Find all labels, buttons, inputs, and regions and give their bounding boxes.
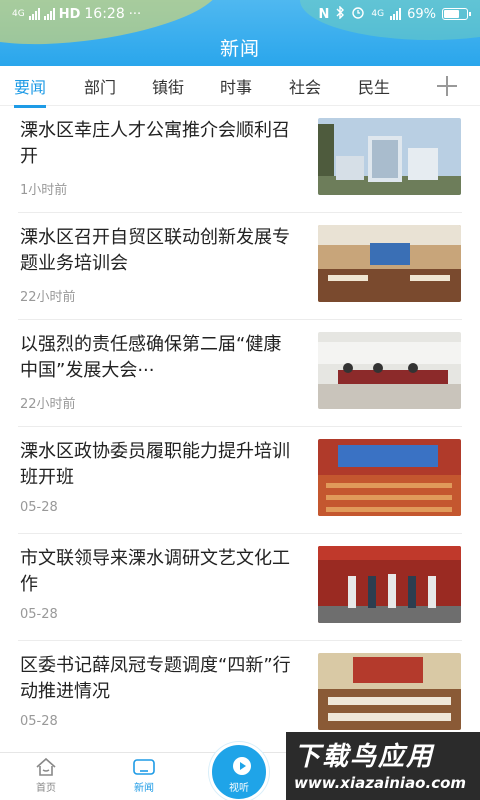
news-icon	[133, 759, 155, 775]
add-tab-icon[interactable]	[436, 75, 458, 97]
news-item[interactable]: 溧水区政协委员履职能力提升培训班开班 05-28	[0, 427, 480, 534]
home-icon	[36, 757, 56, 776]
nav-news[interactable]: 新闻	[114, 757, 174, 794]
watermark-url: www.xiazainiao.com	[294, 774, 467, 792]
news-time: 05-28	[20, 714, 58, 729]
news-time: 22小时前	[20, 397, 76, 412]
news-time: 05-28	[20, 500, 58, 515]
news-headline: 以强烈的责任感确保第二届“健康中国”发展大会···	[20, 334, 282, 381]
nav-home[interactable]: 首页	[16, 757, 76, 794]
news-item[interactable]: 以强烈的责任感确保第二届“健康中国”发展大会··· 22小时前	[0, 320, 480, 427]
news-item[interactable]: 溧水区召开自贸区联动创新发展专题业务培训会 22小时前	[0, 213, 480, 320]
nfc-icon: N	[318, 6, 330, 22]
tab-livelihood[interactable]: 民生	[358, 74, 390, 104]
alarm-icon	[351, 5, 365, 23]
news-thumbnail	[318, 653, 461, 730]
category-tabs: 要闻 部门 镇街 时事 社会 民生	[0, 66, 480, 108]
signal-icon	[28, 8, 40, 20]
tab-current-affairs[interactable]: 时事	[220, 74, 252, 104]
watermark-title: 下载鸟应用	[294, 742, 435, 772]
news-headline: 溧水区政协委员履职能力提升培训班开班	[20, 441, 290, 488]
play-icon	[233, 757, 251, 775]
news-headline: 市文联领导来溧水调研文艺文化工作	[20, 548, 290, 595]
news-time: 05-28	[20, 607, 58, 622]
signal-label: 4G	[12, 9, 25, 19]
network-label: 4G	[371, 9, 385, 19]
tab-department[interactable]: 部门	[84, 74, 116, 104]
bluetooth-icon	[335, 4, 345, 23]
status-time: 16:28	[84, 6, 125, 22]
news-thumbnail	[318, 225, 461, 302]
news-headline: 溧水区幸庄人才公寓推介会顺利召开	[20, 120, 290, 167]
watermark: 下载鸟应用 www.xiazainiao.com	[286, 732, 480, 800]
news-thumbnail	[318, 546, 461, 623]
news-headline: 区委书记薛凤冠专题调度“四新”行动推进情况	[20, 655, 291, 702]
video-button[interactable]: 视听	[209, 742, 269, 800]
status-bar: 4G HD 16:28 ··· N 4G 69%	[0, 0, 480, 28]
news-item[interactable]: 溧水区幸庄人才公寓推介会顺利召开 1小时前	[0, 106, 480, 213]
nav-home-label: 首页	[36, 783, 56, 794]
news-time: 1小时前	[20, 183, 68, 198]
signal-icon-3	[390, 8, 402, 20]
app-header: 4G HD 16:28 ··· N 4G 69% 新闻	[0, 0, 480, 66]
battery-icon	[442, 8, 471, 20]
tab-important[interactable]: 要闻	[14, 74, 47, 108]
news-headline: 溧水区召开自贸区联动创新发展专题业务培训会	[20, 227, 290, 274]
nav-news-label: 新闻	[134, 783, 154, 794]
signal-icon-2	[43, 8, 55, 20]
status-dots: ···	[128, 6, 142, 22]
news-thumbnail	[318, 332, 461, 409]
news-time: 22小时前	[20, 290, 76, 305]
page-title: 新闻	[219, 38, 260, 60]
news-item[interactable]: 市文联领导来溧水调研文艺文化工作 05-28	[0, 534, 480, 641]
battery-percent: 69%	[407, 6, 436, 22]
tab-society[interactable]: 社会	[289, 74, 321, 104]
tab-town[interactable]: 镇街	[152, 74, 184, 104]
video-button-label: 视听	[229, 783, 249, 794]
news-thumbnail	[318, 439, 461, 516]
hd-label: HD	[58, 6, 81, 22]
news-thumbnail	[318, 118, 461, 195]
